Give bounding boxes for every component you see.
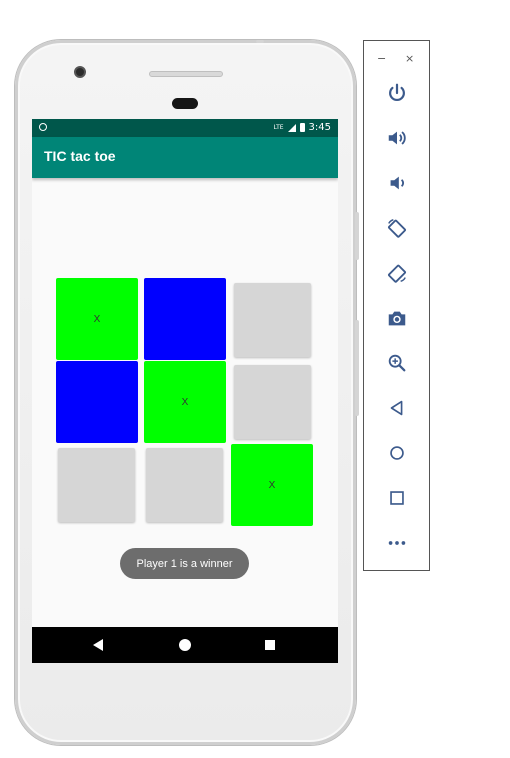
signal-icon [287,123,296,132]
network-type: LTE [273,123,284,131]
app-bar: TIC tac toe [32,137,338,178]
board-cell-8[interactable] [146,448,223,522]
device-screen: LTE 3:45 TIC tac toe X X X Player 1 is a… [32,119,338,663]
phone-top-button [256,40,264,43]
board-cell-6[interactable] [234,365,311,439]
more-icon[interactable] [384,530,410,556]
recents-icon[interactable] [265,640,275,650]
minimize-button[interactable]: − [377,53,386,64]
notification-icon [39,123,47,131]
close-button[interactable]: × [405,53,414,64]
emulator-toolbar: − × [363,40,430,571]
status-indicators: LTE 3:45 [274,122,331,133]
earpiece-speaker [149,71,223,77]
board-cell-3[interactable] [234,283,311,357]
board-cell-9[interactable]: X [231,444,313,526]
overview-icon[interactable] [384,485,410,511]
front-camera [74,66,86,78]
phone-volume-button [355,320,359,416]
app-title: TIC tac toe [44,148,116,164]
phone-power-button [355,212,359,260]
winner-toast: Player 1 is a winner [120,548,249,579]
home-icon[interactable] [179,639,191,651]
volume-up-icon[interactable] [384,125,410,151]
power-icon[interactable] [384,80,410,106]
rotate-right-icon[interactable] [384,260,410,286]
rotate-left-icon[interactable] [384,215,410,241]
back-icon[interactable] [93,639,103,651]
volume-down-icon[interactable] [384,170,410,196]
board-cell-1[interactable]: X [56,278,138,360]
camera-icon[interactable] [384,305,410,331]
navigation-bar [32,627,338,663]
home-icon[interactable] [384,440,410,466]
proximity-sensor [172,98,198,109]
zoom-icon[interactable] [384,350,410,376]
back-icon[interactable] [384,395,410,421]
battery-icon [299,123,305,132]
status-bar: LTE 3:45 [32,119,338,137]
status-time: 3:45 [308,122,331,133]
board-cell-4[interactable] [56,361,138,443]
board-cell-5[interactable]: X [144,361,226,443]
board-cell-7[interactable] [58,448,135,522]
board-cell-2[interactable] [144,278,226,360]
